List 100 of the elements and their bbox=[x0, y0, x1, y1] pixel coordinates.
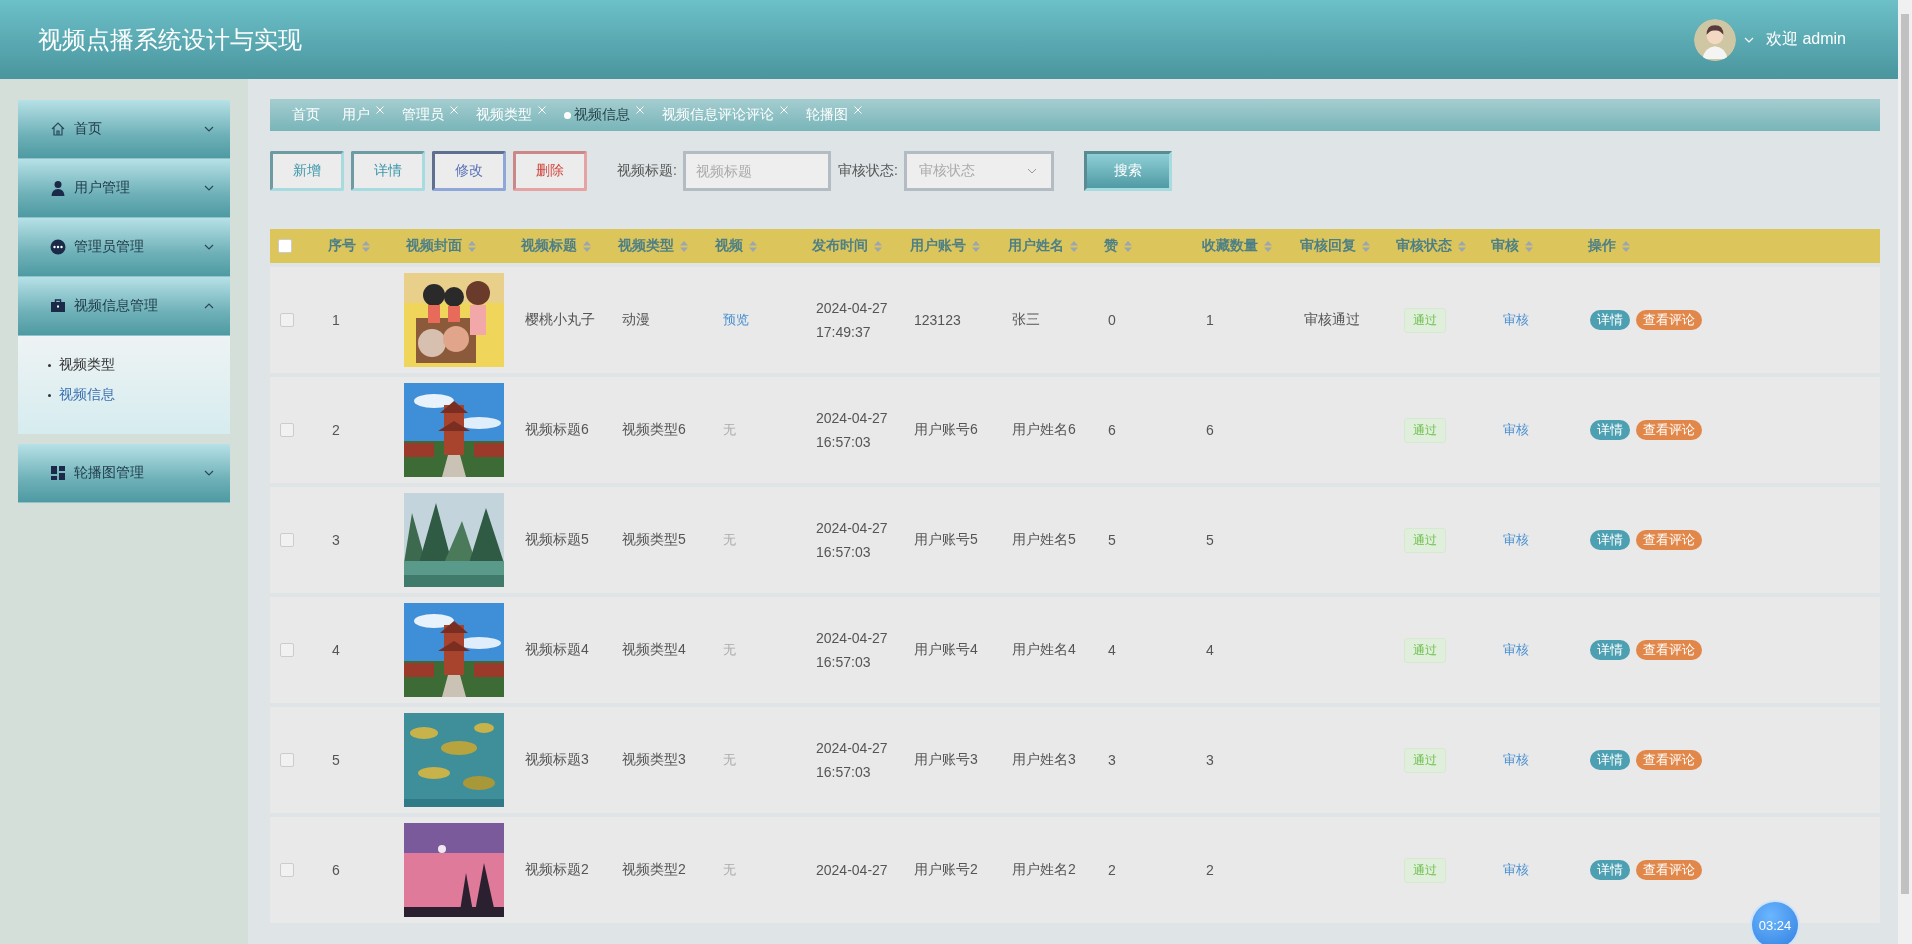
caret-icon[interactable] bbox=[1743, 36, 1754, 43]
table-cell: 无 bbox=[723, 421, 736, 439]
sort-icon[interactable] bbox=[972, 240, 980, 252]
toolbar-button[interactable]: 新增 bbox=[270, 151, 344, 191]
sort-icon[interactable] bbox=[874, 240, 882, 252]
close-icon[interactable] bbox=[538, 106, 546, 114]
table-cell-text: 1 bbox=[1205, 312, 1215, 328]
column-header[interactable]: 用户姓名 bbox=[1000, 237, 1096, 255]
audit-link[interactable]: 审核 bbox=[1503, 641, 1529, 659]
column-header[interactable]: 赞 bbox=[1096, 237, 1194, 255]
action-button[interactable]: 查看评论 bbox=[1636, 530, 1702, 550]
menu-item[interactable]: 视频信息管理 bbox=[18, 277, 230, 336]
menu-item[interactable]: 用户管理 bbox=[18, 159, 230, 218]
column-header[interactable]: 序号 bbox=[320, 237, 398, 255]
column-header[interactable]: 视频封面 bbox=[398, 237, 513, 255]
sort-icon[interactable] bbox=[1525, 240, 1533, 252]
audit-link[interactable]: 审核 bbox=[1503, 861, 1529, 879]
row-checkbox[interactable] bbox=[280, 753, 294, 767]
sort-icon[interactable] bbox=[680, 240, 688, 252]
action-button[interactable]: 详情 bbox=[1590, 530, 1630, 550]
menu-item[interactable]: 轮播图管理 bbox=[18, 444, 230, 503]
action-button[interactable]: 查看评论 bbox=[1636, 640, 1702, 660]
close-icon[interactable] bbox=[376, 106, 384, 114]
action-button[interactable]: 查看评论 bbox=[1636, 860, 1702, 880]
toolbar-button[interactable]: 删除 bbox=[513, 151, 587, 191]
toolbar-button[interactable]: 详情 bbox=[351, 151, 425, 191]
column-header[interactable]: 视频标题 bbox=[513, 237, 610, 255]
row-checkbox[interactable] bbox=[280, 643, 294, 657]
row-checkbox[interactable] bbox=[280, 533, 294, 547]
close-icon[interactable] bbox=[854, 106, 862, 114]
sort-icon[interactable] bbox=[1622, 240, 1630, 252]
action-button[interactable]: 查看评论 bbox=[1636, 310, 1702, 330]
sort-icon[interactable] bbox=[1124, 240, 1132, 252]
column-header[interactable]: 用户账号 bbox=[902, 237, 1000, 255]
toolbar-button[interactable]: 修改 bbox=[432, 151, 506, 191]
tab[interactable]: 用户 bbox=[340, 106, 374, 124]
sort-icon[interactable] bbox=[749, 240, 757, 252]
chevron-icon[interactable] bbox=[204, 126, 214, 132]
sort-icon[interactable] bbox=[1362, 240, 1370, 252]
sort-icon[interactable] bbox=[468, 240, 476, 252]
action-button[interactable]: 详情 bbox=[1590, 310, 1630, 330]
row-checkbox[interactable] bbox=[280, 863, 294, 877]
sort-icon[interactable] bbox=[362, 240, 370, 252]
tab[interactable]: 视频信息评论评论 bbox=[660, 106, 778, 124]
avatar-icon[interactable] bbox=[1693, 18, 1736, 61]
select-all-checkbox[interactable] bbox=[278, 239, 292, 253]
column-header[interactable]: 审核 bbox=[1483, 237, 1580, 255]
tab[interactable]: 视频信息 bbox=[562, 106, 634, 124]
chevron-icon[interactable] bbox=[204, 185, 214, 191]
tab[interactable]: 首页 bbox=[290, 106, 324, 124]
audit-link[interactable]: 审核 bbox=[1503, 751, 1529, 769]
sort-icon[interactable] bbox=[583, 240, 591, 252]
app-title: 视频点播系统设计与实现 bbox=[38, 24, 302, 55]
chevron-icon[interactable] bbox=[204, 244, 214, 250]
action-button[interactable]: 详情 bbox=[1590, 640, 1630, 660]
tab[interactable]: 视频类型 bbox=[474, 106, 536, 124]
chevron-icon[interactable] bbox=[204, 470, 214, 476]
table-cell-text: 视频类型4 bbox=[621, 641, 687, 659]
row-checkbox[interactable] bbox=[280, 313, 294, 327]
table-cell: 2024-04-27 bbox=[816, 862, 888, 878]
action-button[interactable]: 查看评论 bbox=[1636, 750, 1702, 770]
table-cell-text: 视频类型2 bbox=[621, 861, 687, 879]
action-button[interactable]: 详情 bbox=[1590, 420, 1630, 440]
action-button[interactable]: 详情 bbox=[1590, 750, 1630, 770]
preview-link[interactable]: 预览 bbox=[723, 311, 749, 329]
close-icon[interactable] bbox=[636, 106, 644, 114]
title-input[interactable]: 视频标题 bbox=[682, 151, 831, 191]
submenu-item[interactable]: 视频信息 bbox=[48, 380, 158, 410]
column-header[interactable]: 操作 bbox=[1580, 237, 1880, 255]
status-badge: 通过 bbox=[1404, 637, 1446, 663]
column-header[interactable]: 审核状态 bbox=[1388, 237, 1483, 255]
close-icon[interactable] bbox=[780, 106, 788, 114]
sort-icon[interactable] bbox=[1070, 240, 1078, 252]
audit-link[interactable]: 审核 bbox=[1503, 311, 1529, 329]
close-icon[interactable] bbox=[450, 106, 458, 114]
tab[interactable]: 管理员 bbox=[400, 106, 448, 124]
table-cell-text: 视频类型5 bbox=[621, 531, 687, 549]
chevron-icon bbox=[1026, 168, 1037, 174]
search-button[interactable]: 搜索 bbox=[1083, 151, 1172, 191]
column-header[interactable]: 收藏数量 bbox=[1194, 237, 1292, 255]
action-button[interactable]: 查看评论 bbox=[1636, 420, 1702, 440]
sort-icon[interactable] bbox=[1458, 240, 1466, 252]
column-header[interactable]: 视频 bbox=[707, 237, 804, 255]
column-header[interactable]: 发布时间 bbox=[804, 237, 902, 255]
scrollbar[interactable] bbox=[1898, 0, 1912, 944]
menu-item[interactable]: 管理员管理 bbox=[18, 218, 230, 277]
sort-icon[interactable] bbox=[1264, 240, 1272, 252]
status-select[interactable]: 审核状态 bbox=[903, 151, 1054, 191]
chevron-icon[interactable] bbox=[204, 303, 214, 309]
menu-item[interactable]: 首页 bbox=[18, 100, 230, 159]
audit-link[interactable]: 审核 bbox=[1503, 421, 1529, 439]
column-header[interactable]: 视频类型 bbox=[610, 237, 707, 255]
action-button[interactable]: 详情 bbox=[1590, 860, 1630, 880]
audit-link[interactable]: 审核 bbox=[1503, 531, 1529, 549]
column-header[interactable]: 审核回复 bbox=[1292, 237, 1388, 255]
row-checkbox[interactable] bbox=[280, 423, 294, 437]
submenu-item[interactable]: 视频类型 bbox=[48, 350, 158, 380]
tab[interactable]: 轮播图 bbox=[804, 106, 852, 124]
table-cell-text: 3 bbox=[331, 532, 341, 548]
timer-badge[interactable]: 03:24 bbox=[1752, 902, 1798, 944]
